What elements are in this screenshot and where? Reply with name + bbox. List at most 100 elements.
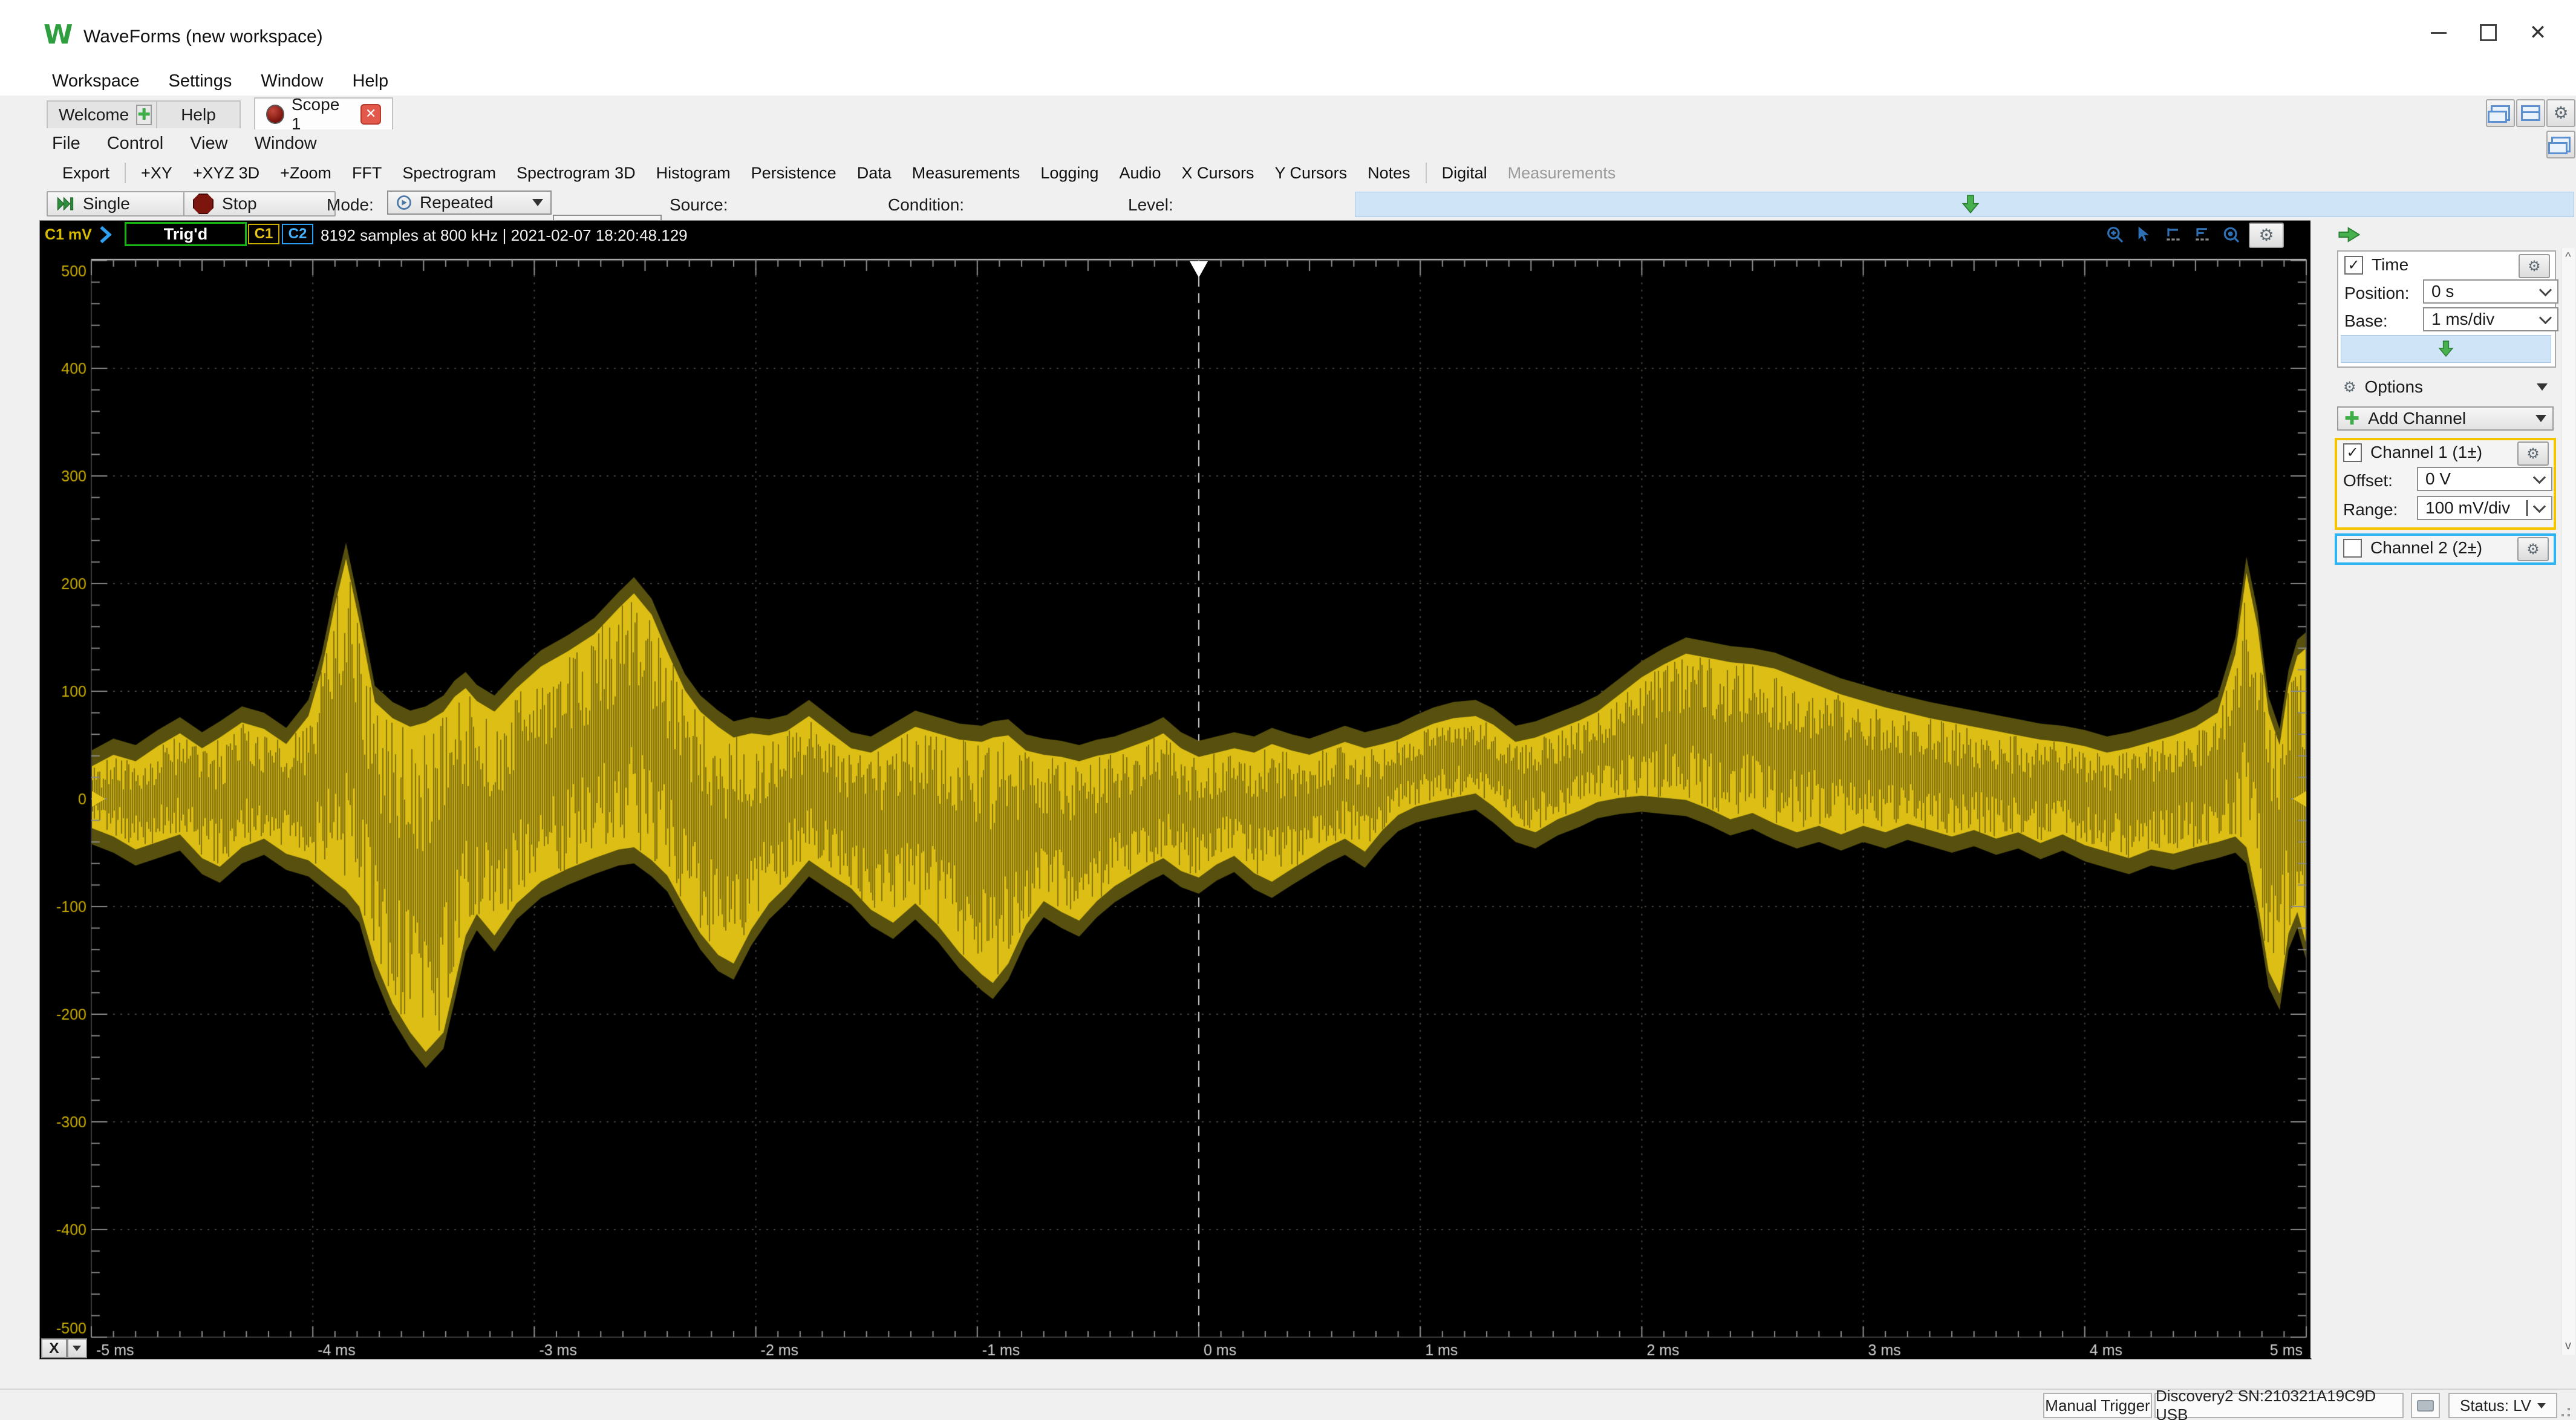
pointer-icon[interactable]: [2134, 225, 2154, 244]
toolbar-item[interactable]: Notes: [1357, 164, 1421, 183]
options-section[interactable]: ⚙ Options: [2337, 375, 2554, 399]
toolbar-item[interactable]: Spectrogram: [392, 164, 506, 183]
time-base-row: Base: 1 ms/div: [2338, 306, 2555, 334]
zoom-fit-icon[interactable]: [2222, 225, 2241, 244]
channel1-zero-marker-right[interactable]: [2293, 791, 2306, 807]
menu-workspace[interactable]: Workspace: [52, 71, 140, 91]
toolbar-item[interactable]: +Zoom: [270, 164, 342, 183]
chevron-down-icon: [2533, 471, 2546, 483]
single-button[interactable]: Single: [47, 191, 187, 217]
tab-bar: Welcome ✚ Help Scope 1 ✕ ⚙: [0, 96, 2576, 129]
measure-y-icon[interactable]: [2193, 225, 2212, 244]
time-settings-button[interactable]: ⚙: [2519, 254, 2550, 278]
stop-icon: [193, 194, 214, 214]
green-down-arrow-icon: [2438, 340, 2454, 358]
scope-plot[interactable]: [40, 249, 2311, 1359]
mode-select[interactable]: Repeated: [387, 191, 552, 215]
green-right-arrow-icon[interactable]: [2338, 226, 2360, 243]
channel1-badge[interactable]: C1: [248, 224, 279, 244]
device-button[interactable]: Discovery2 SN:210321A19C9D USB: [2154, 1393, 2404, 1418]
channel2-checkbox[interactable]: [2343, 539, 2362, 558]
toolbar-item[interactable]: Data: [847, 164, 902, 183]
menu-window[interactable]: Window: [261, 71, 323, 91]
channel2-settings-button[interactable]: ⚙: [2517, 537, 2549, 561]
repeated-icon: [396, 194, 412, 211]
x-axis-selector[interactable]: X: [41, 1338, 87, 1358]
menu-settings[interactable]: Settings: [169, 71, 232, 91]
cascade-windows-button[interactable]: [2486, 99, 2515, 127]
workspace-settings-button[interactable]: ⚙: [2546, 99, 2575, 127]
gear-icon: ⚙: [2258, 227, 2274, 244]
tab-welcome[interactable]: Welcome ✚: [47, 100, 161, 128]
run-arrow-icon[interactable]: [98, 226, 112, 244]
toolbar-item[interactable]: Y Cursors: [1265, 164, 1358, 183]
chevron-down-icon: [73, 1346, 81, 1351]
add-channel-button[interactable]: ✚ Add Channel: [2337, 406, 2554, 431]
manual-trigger-button[interactable]: Manual Trigger: [2043, 1393, 2152, 1418]
plot-settings-button[interactable]: ⚙: [2249, 223, 2284, 248]
undock-window-button[interactable]: [2546, 131, 2575, 158]
gear-icon: ⚙: [2526, 446, 2540, 461]
scope-status-icon: [266, 105, 284, 124]
single-acquire-icon: [56, 195, 74, 213]
close-button[interactable]: ✕: [2519, 16, 2557, 50]
restore-button[interactable]: [2469, 16, 2508, 50]
toolbar-item[interactable]: Logging: [1030, 164, 1109, 183]
status-select[interactable]: Status: LV: [2448, 1393, 2557, 1418]
measure-x-icon[interactable]: [2164, 225, 2183, 244]
scope-menubar: File Control View Window: [0, 128, 2576, 159]
app-menubar: Workspace Settings Window Help: [0, 67, 2576, 96]
device-temperature-button[interactable]: [2411, 1393, 2440, 1418]
tab-help[interactable]: Help: [156, 100, 241, 128]
status-bar: Manual Trigger Discovery2 SN:210321A19C9…: [0, 1389, 2576, 1420]
scope-menu-control[interactable]: Control: [107, 134, 164, 154]
scroll-down-icon[interactable]: v: [2561, 1337, 2575, 1355]
toolbar-item[interactable]: Audio: [1109, 164, 1171, 183]
minimize-button[interactable]: [2419, 16, 2458, 50]
scope-menu-window[interactable]: Window: [255, 134, 317, 154]
time-position-input[interactable]: 0 s: [2423, 279, 2558, 304]
toolbar-item[interactable]: +XYZ 3D: [183, 164, 270, 183]
menu-help[interactable]: Help: [352, 71, 388, 91]
time-group: ✓ Time ⚙ Position: 0 s Base: 1 ms/div: [2337, 250, 2556, 368]
acquisition-progress-strip: [1355, 192, 2574, 217]
toolbar-item[interactable]: Spectrogram 3D: [506, 164, 646, 183]
trigger-position-marker[interactable]: [1190, 261, 1208, 278]
time-base-input[interactable]: 1 ms/div: [2423, 307, 2558, 331]
toolbar-item[interactable]: Export: [52, 164, 120, 183]
plus-icon: ✚: [2344, 408, 2359, 429]
channel1-settings-button[interactable]: ⚙: [2517, 441, 2549, 466]
toolbar-item[interactable]: Histogram: [646, 164, 741, 183]
channel2-badge[interactable]: C2: [282, 224, 313, 244]
toolbar-item[interactable]: FFT: [342, 164, 392, 183]
zoom-in-icon[interactable]: [2105, 225, 2125, 244]
channel1-range-input[interactable]: 100 mV/div: [2417, 496, 2552, 520]
scope-menu-view[interactable]: View: [190, 134, 227, 154]
resize-grip[interactable]: [2555, 1402, 2570, 1416]
acquisition-info: 8192 samples at 800 kHz | 2021-02-07 18:…: [321, 226, 688, 245]
toolbar-item[interactable]: Persistence: [741, 164, 847, 183]
time-checkbox[interactable]: ✓: [2344, 256, 2363, 275]
toolbar-item[interactable]: X Cursors: [1172, 164, 1265, 183]
tab-scope-1[interactable]: Scope 1 ✕: [254, 97, 393, 129]
tile-windows-button[interactable]: [2516, 99, 2545, 127]
channel1-zero-marker-left[interactable]: [92, 791, 105, 807]
app-logo-icon: W: [44, 19, 73, 50]
stop-button[interactable]: Stop: [183, 191, 336, 217]
scope-display: C1 mV Trig'd C1 C2 8192 samples at 800 k…: [39, 220, 2312, 1360]
time-progress-strip: [2341, 335, 2551, 363]
channel1-offset-input[interactable]: 0 V: [2417, 467, 2552, 491]
toolbar-item-digital[interactable]: Digital: [1432, 164, 1498, 183]
toolbar-item[interactable]: Measurements: [902, 164, 1031, 183]
float-window-icon: [2551, 137, 2571, 152]
scope-menu-file[interactable]: File: [52, 134, 80, 154]
time-channel-panel: ✓ Time ⚙ Position: 0 s Base: 1 ms/div: [2310, 220, 2576, 1358]
scroll-up-icon[interactable]: ^: [2561, 248, 2575, 266]
trigger-state-badge: Trig'd: [125, 222, 247, 246]
add-tab-icon[interactable]: ✚: [136, 105, 152, 125]
toolbar-item[interactable]: +XY: [131, 164, 183, 183]
panel-scrollbar[interactable]: ^ v: [2561, 248, 2575, 1355]
channel1-checkbox[interactable]: ✓: [2343, 443, 2362, 462]
close-tab-icon[interactable]: ✕: [360, 104, 381, 125]
scope-status-strip: C1 mV Trig'd C1 C2 8192 samples at 800 k…: [40, 221, 2311, 249]
